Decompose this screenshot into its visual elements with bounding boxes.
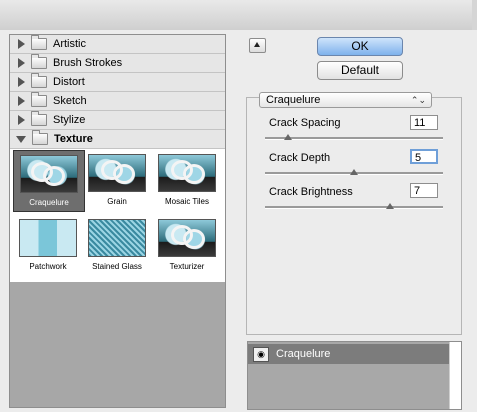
thumb-label: Texturizer [169, 262, 205, 271]
disclosure-triangle-icon[interactable] [18, 58, 25, 68]
thumb-grain[interactable]: Grain [82, 150, 152, 210]
default-button[interactable]: Default [317, 61, 403, 80]
stained-glass-preview-image [88, 219, 146, 257]
disclosure-triangle-icon[interactable] [18, 39, 25, 49]
thumb-label: Craquelure [29, 198, 69, 207]
texture-thumbnail-grid: Craquelure Grain Mosaic Tiles Patchwork [10, 149, 225, 282]
disclosure-triangle-icon[interactable] [18, 77, 25, 87]
folder-icon [32, 130, 48, 145]
category-brush-strokes[interactable]: Brush Strokes [10, 54, 225, 73]
crack-brightness-slider-track[interactable] [265, 206, 443, 209]
category-label: Texture [54, 133, 93, 145]
thumb-stained-glass[interactable]: Stained Glass [82, 215, 152, 275]
eye-icon[interactable]: ◉ [253, 347, 269, 362]
thumb-label: Stained Glass [92, 262, 142, 271]
crack-spacing-slider-knob[interactable] [284, 134, 293, 140]
category-label: Stylize [53, 114, 86, 126]
mosaic-tiles-preview-image [158, 154, 216, 192]
collapse-gallery-button[interactable] [249, 38, 266, 53]
effect-layers-panel: ◉ Craquelure [247, 341, 462, 410]
disclosure-triangle-icon[interactable] [18, 115, 25, 125]
crack-spacing-input[interactable]: 11 [410, 115, 438, 130]
folder-icon [31, 73, 47, 88]
thumb-patchwork[interactable]: Patchwork [13, 215, 83, 275]
category-label: Distort [53, 76, 85, 88]
thumb-craquelure[interactable]: Craquelure [13, 150, 85, 212]
category-list: Artistic Brush Strokes Distort Sketch St [10, 35, 225, 149]
disclosure-triangle-icon[interactable] [18, 96, 25, 106]
crack-brightness-slider-knob[interactable] [385, 203, 394, 209]
filter-settings-panel [246, 97, 462, 335]
crack-brightness-input[interactable]: 7 [410, 183, 438, 198]
crack-depth-slider-knob[interactable] [350, 169, 358, 175]
filter-select[interactable]: Craquelure ⌃⌄ [259, 92, 432, 108]
layers-scrollbar[interactable] [449, 342, 461, 409]
thumb-label: Grain [107, 197, 127, 206]
category-label: Sketch [53, 95, 87, 107]
category-texture[interactable]: Texture [10, 130, 225, 149]
ok-button[interactable]: OK [317, 37, 403, 56]
folder-icon [31, 54, 47, 69]
category-distort[interactable]: Distort [10, 73, 225, 92]
category-stylize[interactable]: Stylize [10, 111, 225, 130]
folder-icon [31, 92, 47, 107]
category-artistic[interactable]: Artistic [10, 35, 225, 54]
effect-layer-row[interactable]: ◉ Craquelure [248, 344, 461, 364]
texturizer-preview-image [158, 219, 216, 257]
folder-icon [31, 35, 47, 50]
filter-category-panel: Artistic Brush Strokes Distort Sketch St [9, 34, 226, 408]
thumb-texturizer[interactable]: Texturizer [152, 215, 222, 275]
filter-select-value: Craquelure [266, 94, 321, 106]
crack-brightness-label: Crack Brightness [269, 186, 353, 198]
crack-spacing-label: Crack Spacing [269, 117, 341, 129]
thumb-label: Patchwork [29, 262, 67, 271]
folder-icon [31, 111, 47, 126]
window-titlebar [0, 0, 477, 31]
grain-preview-image [88, 154, 146, 192]
category-label: Artistic [53, 38, 86, 50]
disclosure-triangle-open-icon[interactable] [16, 135, 26, 143]
thumb-mosaic-tiles[interactable]: Mosaic Tiles [152, 150, 222, 210]
craquelure-preview-image [20, 155, 78, 193]
effect-layer-name: Craquelure [276, 348, 331, 360]
category-sketch[interactable]: Sketch [10, 92, 225, 111]
patchwork-preview-image [19, 219, 77, 257]
crack-depth-input[interactable]: 5 [410, 149, 438, 164]
thumb-label: Mosaic Tiles [164, 197, 209, 206]
crack-depth-label: Crack Depth [269, 152, 331, 164]
category-label: Brush Strokes [53, 57, 123, 69]
select-arrows-icon: ⌃⌄ [410, 95, 426, 105]
